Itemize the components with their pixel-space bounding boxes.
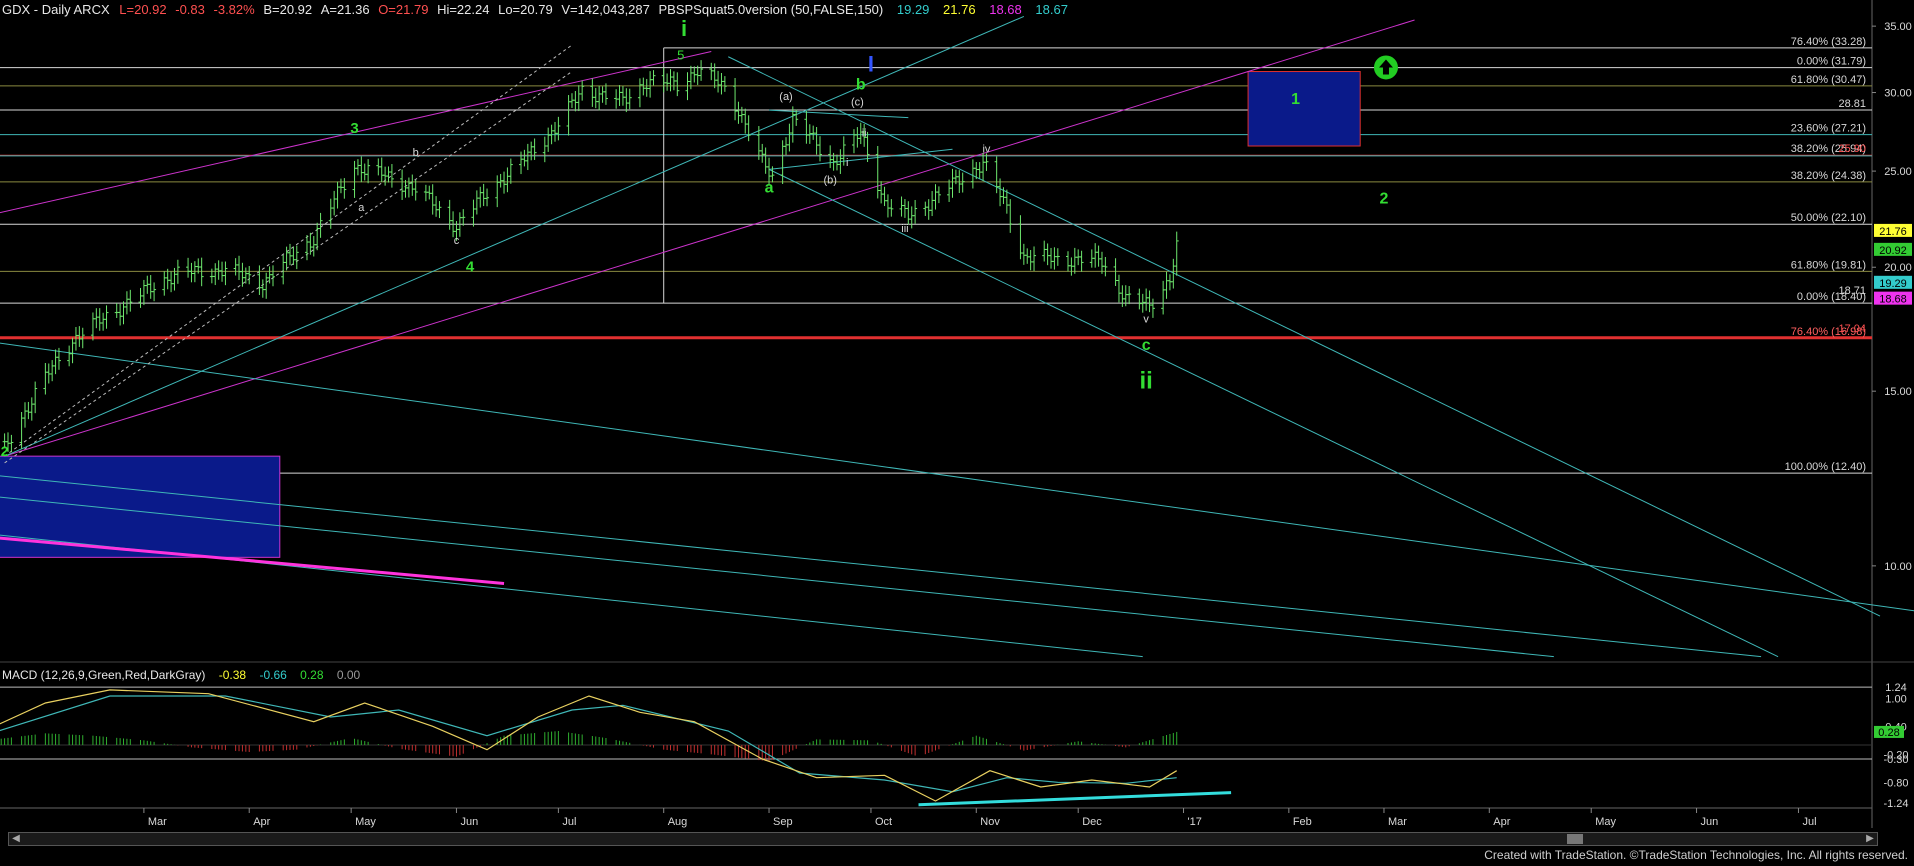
x-tick-label: May	[355, 816, 376, 828]
wave-label: (b)	[823, 174, 836, 186]
macd-tick-label: -1.24	[1883, 798, 1908, 810]
chart-window: 76.40% (33.28) 0.00% (31.79) 61.80% (30.47…	[0, 0, 1914, 866]
wave-label: 4	[466, 259, 475, 276]
macd-tick-label: -0.20	[1883, 749, 1908, 761]
x-tick-label: Jul	[562, 816, 576, 828]
wave-label: a	[765, 179, 774, 196]
indicator-value-4: 18.67	[1035, 2, 1068, 17]
indicator-value-1: 19.29	[896, 2, 930, 17]
x-tick-label: Oct	[875, 816, 892, 828]
ask-price: A=21.36	[320, 2, 370, 17]
fib-level-label: 76.40% (33.28)	[1791, 36, 1866, 48]
x-tick-label: Feb	[1293, 816, 1312, 828]
wave-label: b	[413, 147, 419, 159]
fib-level-label: 61.80% (30.47)	[1791, 74, 1866, 86]
last-price: L=20.92	[119, 2, 167, 17]
macd-badge-label: 0.28	[1878, 727, 1899, 739]
wave-label: 2	[1, 443, 9, 459]
wave-label: a	[358, 202, 365, 214]
credit-text: Created with TradeStation. ©TradeStation…	[1484, 848, 1908, 862]
y-tick-label: 35.00	[1884, 21, 1912, 33]
macd-tick-label: 1.00	[1885, 693, 1906, 705]
fib-level-label: 100.00% (12.40)	[1785, 461, 1866, 473]
x-tick-label: Jul	[1802, 816, 1816, 828]
wave-label: v	[1143, 313, 1149, 325]
volume: V=142,043,287	[561, 2, 650, 17]
wave-label: 2	[1380, 190, 1389, 207]
open-price: O=21.79	[378, 2, 429, 17]
x-tick-label: Apr	[1493, 816, 1510, 828]
macd-value: -0.38	[218, 668, 247, 682]
scroll-right-icon[interactable]: ▶	[1863, 833, 1877, 845]
price-badge-label: 18.68	[1879, 294, 1907, 306]
overlay-value: 18.71	[1838, 285, 1866, 297]
x-tick-label: Sep	[773, 816, 793, 828]
macd-header: MACD (12,26,9,Green,Red,DarkGray) -0.38 …	[2, 668, 360, 682]
chart-background	[0, 0, 1914, 866]
price-change: -0.83	[175, 2, 205, 17]
macd-tick-label: -0.80	[1883, 777, 1908, 789]
x-tick-label: Dec	[1082, 816, 1102, 828]
price-badge-label: 21.76	[1879, 226, 1907, 238]
x-tick-label: Aug	[668, 816, 688, 828]
wave-label: i	[846, 157, 848, 169]
x-tick-label: Mar	[1388, 816, 1407, 828]
symbol-label: GDX - Daily ARCX	[2, 2, 110, 17]
y-tick-label: 20.00	[1884, 262, 1912, 274]
fib-level-label: 0.00% (31.79)	[1797, 56, 1866, 68]
x-tick-label: Apr	[253, 816, 270, 828]
wave-label: I	[868, 52, 874, 77]
y-tick-label: 15.00	[1884, 386, 1912, 398]
wave-label: b	[856, 77, 866, 94]
macd-label: MACD (12,26,9,Green,Red,DarkGray)	[2, 668, 206, 682]
x-tick-label: May	[1595, 816, 1616, 828]
macd-tick-label: 1.24	[1885, 682, 1906, 694]
price-badge-label: 20.92	[1879, 245, 1907, 257]
wave-label: c	[1142, 337, 1151, 354]
y-tick-label: 10.00	[1884, 561, 1912, 573]
x-tick-label: Mar	[148, 816, 167, 828]
high-price: Hi=22.24	[437, 2, 490, 17]
x-tick-label: '17	[1188, 816, 1202, 828]
price-badge-label: 19.29	[1879, 278, 1907, 290]
bid-price: B=20.92	[263, 2, 313, 17]
wave-label: 3	[350, 120, 358, 137]
fib-level-label: 28.81	[1838, 98, 1866, 110]
fib-level-label: 50.00% (22.10)	[1791, 212, 1866, 224]
wave-label: c	[454, 235, 460, 247]
wave-label: iii	[901, 223, 908, 235]
fib-level-label: 61.80% (19.81)	[1791, 259, 1866, 271]
scroll-left-icon[interactable]: ◀	[9, 833, 23, 845]
indicator-label: PBSPSquat5.0version (50,FALSE,150)	[658, 2, 884, 17]
horizontal-scrollbar[interactable]: ◀ ▶	[8, 832, 1878, 846]
wave-label: i	[681, 16, 687, 41]
x-tick-label: Nov	[980, 816, 1000, 828]
overlay-value: 25.90	[1838, 143, 1866, 155]
wave-label: iv	[982, 144, 990, 156]
overlay-value: 17.04	[1838, 323, 1866, 335]
wave-label: 1	[1291, 91, 1300, 108]
wave-label: (a)	[779, 91, 792, 103]
price-change-pct: -3.82%	[213, 2, 255, 17]
wave-label: 5	[677, 47, 684, 62]
target-box-1	[1247, 71, 1361, 147]
macd-zero-value: 0.00	[336, 668, 361, 682]
fib-level-label: 23.60% (27.21)	[1791, 123, 1866, 135]
price-chart[interactable]: 76.40% (33.28) 0.00% (31.79) 61.80% (30.47…	[0, 0, 1914, 866]
indicator-value-2: 21.76	[943, 2, 976, 17]
indicator-value-3: 18.68	[989, 2, 1022, 17]
wave-label: ii	[1139, 367, 1152, 394]
wave-label: ii	[862, 127, 867, 139]
fib-level-label: 38.20% (24.38)	[1791, 170, 1866, 182]
x-tick-label: Jun	[460, 816, 478, 828]
chart-header: GDX - Daily ARCX L=20.92 -0.83 -3.82% B=…	[2, 2, 1068, 17]
wave-label: (c)	[851, 97, 864, 109]
y-tick-label: 25.00	[1884, 166, 1912, 178]
scroll-thumb[interactable]	[1567, 834, 1583, 844]
macd-signal-value: -0.66	[259, 668, 287, 682]
x-tick-label: Jun	[1701, 816, 1719, 828]
low-price: Lo=20.79	[498, 2, 553, 17]
y-tick-label: 30.00	[1884, 88, 1912, 100]
macd-hist-value: 0.28	[300, 668, 324, 682]
